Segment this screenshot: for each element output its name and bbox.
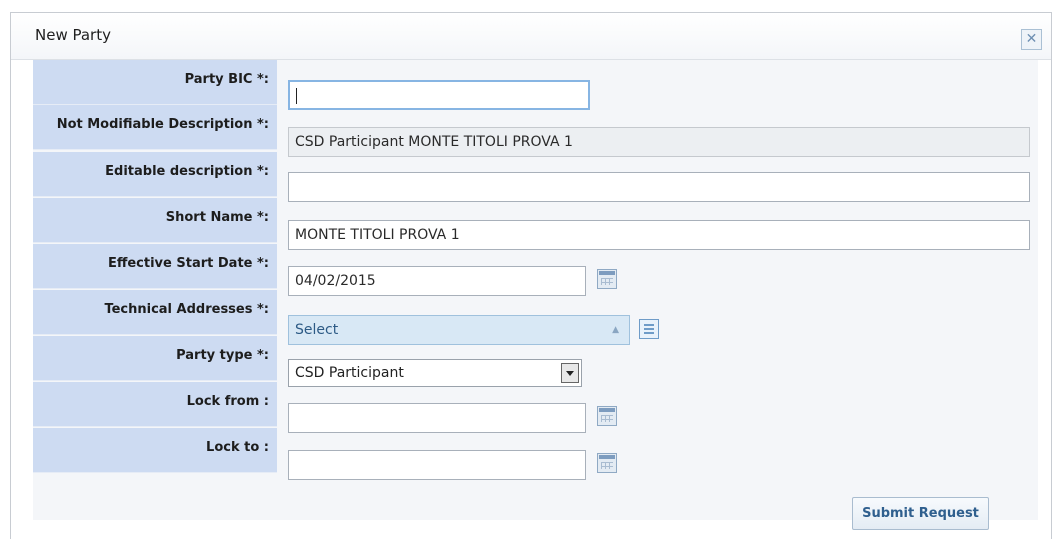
row-editable-description: Editable description *: xyxy=(33,152,1038,202)
row-technical-addresses: Technical Addresses *: Select ▲ xyxy=(33,290,1038,345)
row-party-type: Party type *: CSD Participant xyxy=(33,336,1038,387)
row-party-bic: Party BIC *: xyxy=(33,60,1038,110)
submit-request-button[interactable]: Submit Request xyxy=(852,497,989,530)
dialog-titlebar: New Party ✕ xyxy=(11,13,1051,60)
short-name-label: Short Name *: xyxy=(33,198,277,243)
party-bic-label: Party BIC *: xyxy=(33,60,277,105)
row-effective-start-date: Effective Start Date *: 04/02/2015 xyxy=(33,244,1038,296)
lock-to-label: Lock to : xyxy=(33,428,277,473)
technical-addresses-label: Technical Addresses *: xyxy=(33,290,277,335)
calendar-icon[interactable] xyxy=(597,406,617,426)
row-not-modifiable-description: Not Modifiable Description *: CSD Partic… xyxy=(33,105,1038,157)
row-short-name: Short Name *: MONTE TITOLI PROVA 1 xyxy=(33,198,1038,250)
calendar-icon[interactable] xyxy=(597,453,617,473)
close-icon[interactable]: ✕ xyxy=(1022,31,1041,48)
dropdown-arrow-icon[interactable] xyxy=(561,363,579,383)
lock-from-label: Lock from : xyxy=(33,382,277,427)
not-modifiable-description-label: Not Modifiable Description *: xyxy=(33,105,277,150)
close-button[interactable]: ✕ xyxy=(1021,29,1042,50)
calendar-icon[interactable] xyxy=(597,269,617,289)
party-form: Party BIC *: Not Modifiable Description … xyxy=(33,60,1038,520)
effective-start-date-label: Effective Start Date *: xyxy=(33,244,277,289)
dialog-title: New Party xyxy=(35,26,111,44)
row-lock-to: Lock to : xyxy=(33,428,1038,480)
editable-description-label: Editable description *: xyxy=(33,152,277,197)
row-lock-from: Lock from : xyxy=(33,382,1038,433)
party-type-label: Party type *: xyxy=(33,336,277,381)
text-cursor xyxy=(296,88,297,104)
lock-to-input[interactable] xyxy=(288,450,586,480)
